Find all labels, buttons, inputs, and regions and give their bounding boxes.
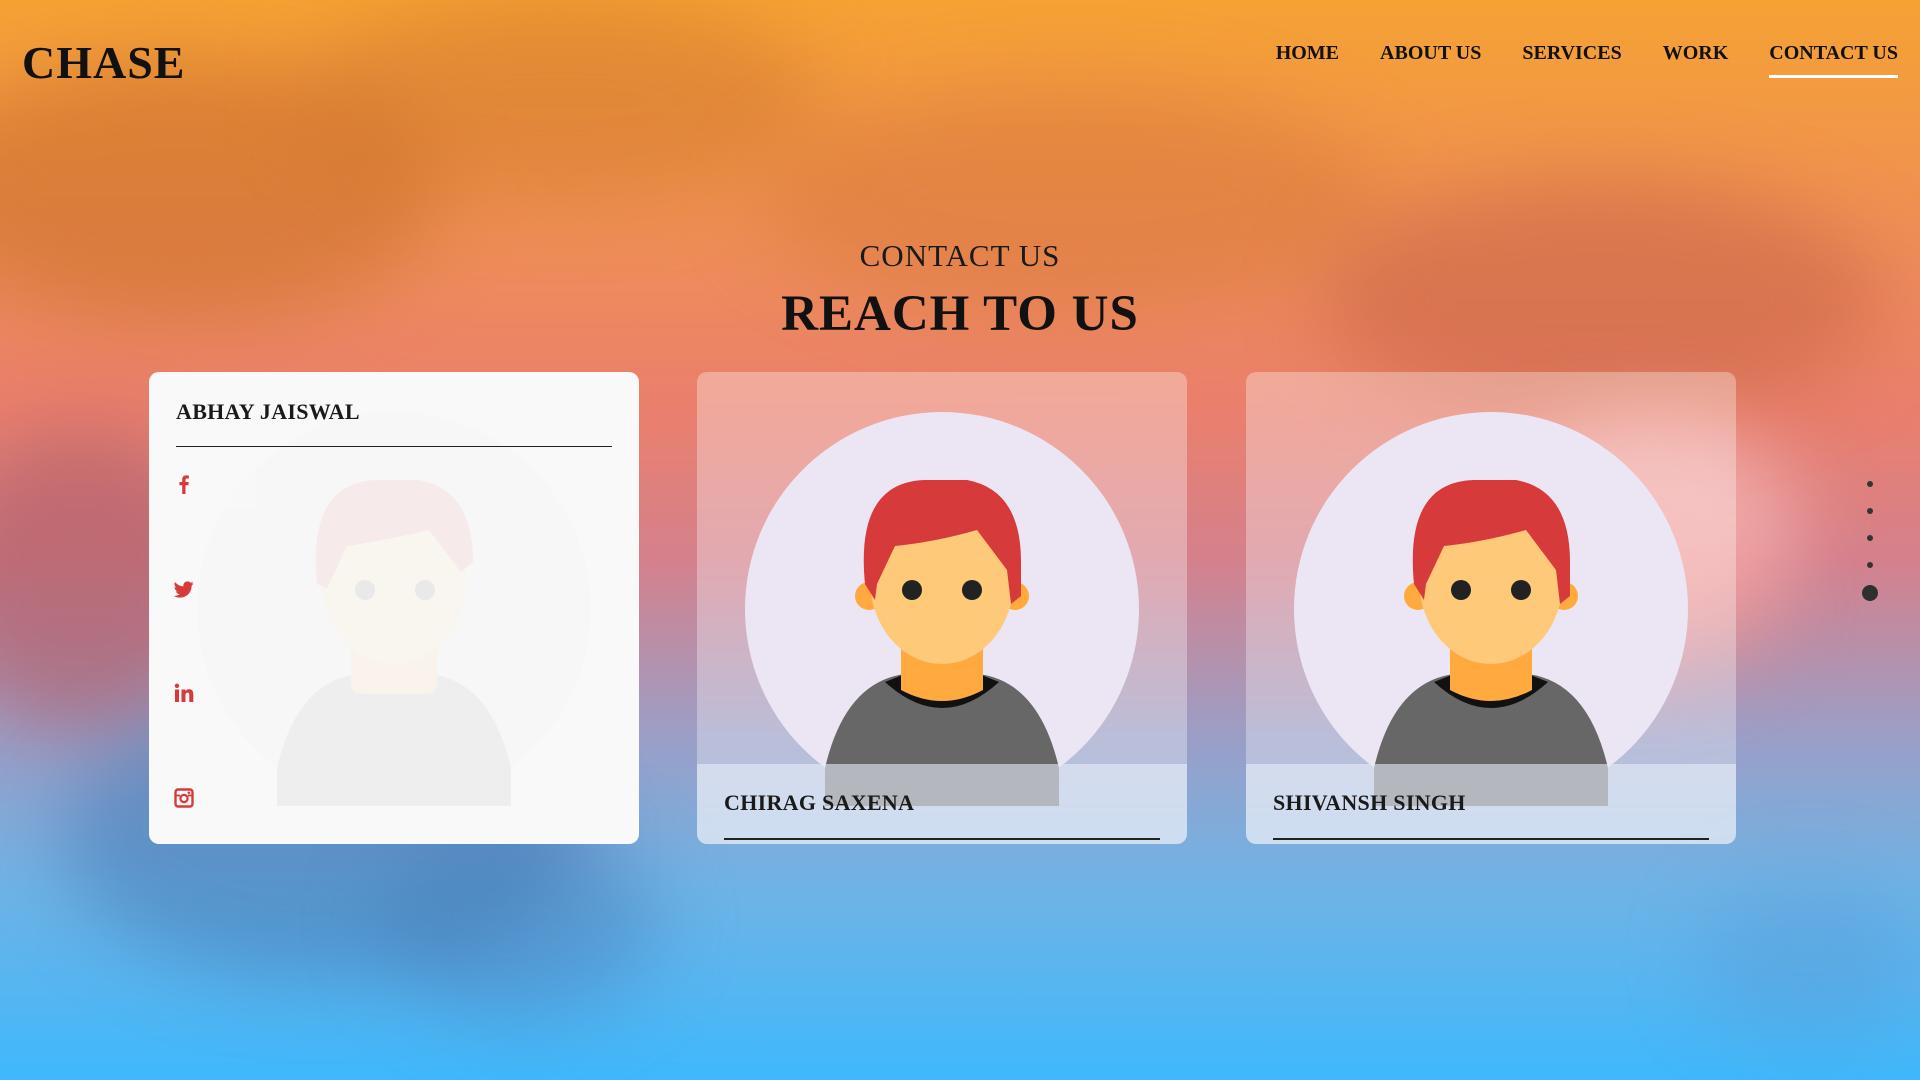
card-name: SHIVANSH SINGH — [1273, 790, 1466, 815]
nav-contact-us[interactable]: CONTACT US — [1769, 42, 1898, 78]
page-dot-3[interactable] — [1867, 535, 1873, 541]
page-dot-4[interactable] — [1867, 562, 1873, 568]
page-dot-2[interactable] — [1867, 508, 1873, 514]
nav-home[interactable]: HOME — [1276, 42, 1339, 78]
avatar-illustration — [1294, 412, 1688, 806]
brand-logo[interactable]: CHASE — [22, 36, 185, 89]
card-divider — [1273, 838, 1709, 840]
section-headline: REACH TO US — [781, 286, 1139, 342]
main-nav: HOME ABOUT US SERVICES WORK CONTACT US — [1276, 42, 1898, 78]
avatar-illustration — [745, 412, 1139, 806]
nav-about-us[interactable]: ABOUT US — [1380, 42, 1481, 78]
contact-card-shivansh[interactable]: SHIVANSH SINGH — [1246, 372, 1736, 844]
twitter-icon[interactable] — [174, 579, 194, 599]
section-eyebrow: CONTACT US — [859, 238, 1061, 273]
instagram-icon[interactable] — [174, 788, 194, 808]
card-divider — [724, 838, 1160, 840]
card-name: ABHAY JAISWAL — [176, 399, 360, 424]
linkedin-icon[interactable] — [174, 683, 194, 703]
page-dot-1[interactable] — [1867, 481, 1873, 487]
card-divider — [176, 446, 612, 447]
avatar-illustration — [197, 412, 591, 806]
page-dot-5-active[interactable] — [1862, 585, 1878, 601]
card-name: CHIRAG SAXENA — [724, 790, 915, 815]
nav-work[interactable]: WORK — [1663, 42, 1729, 78]
facebook-icon[interactable] — [174, 474, 194, 494]
contact-card-abhay[interactable]: ABHAY JAISWAL — [149, 372, 639, 844]
nav-services[interactable]: SERVICES — [1522, 42, 1621, 78]
contact-card-chirag[interactable]: CHIRAG SAXENA — [697, 372, 1187, 844]
